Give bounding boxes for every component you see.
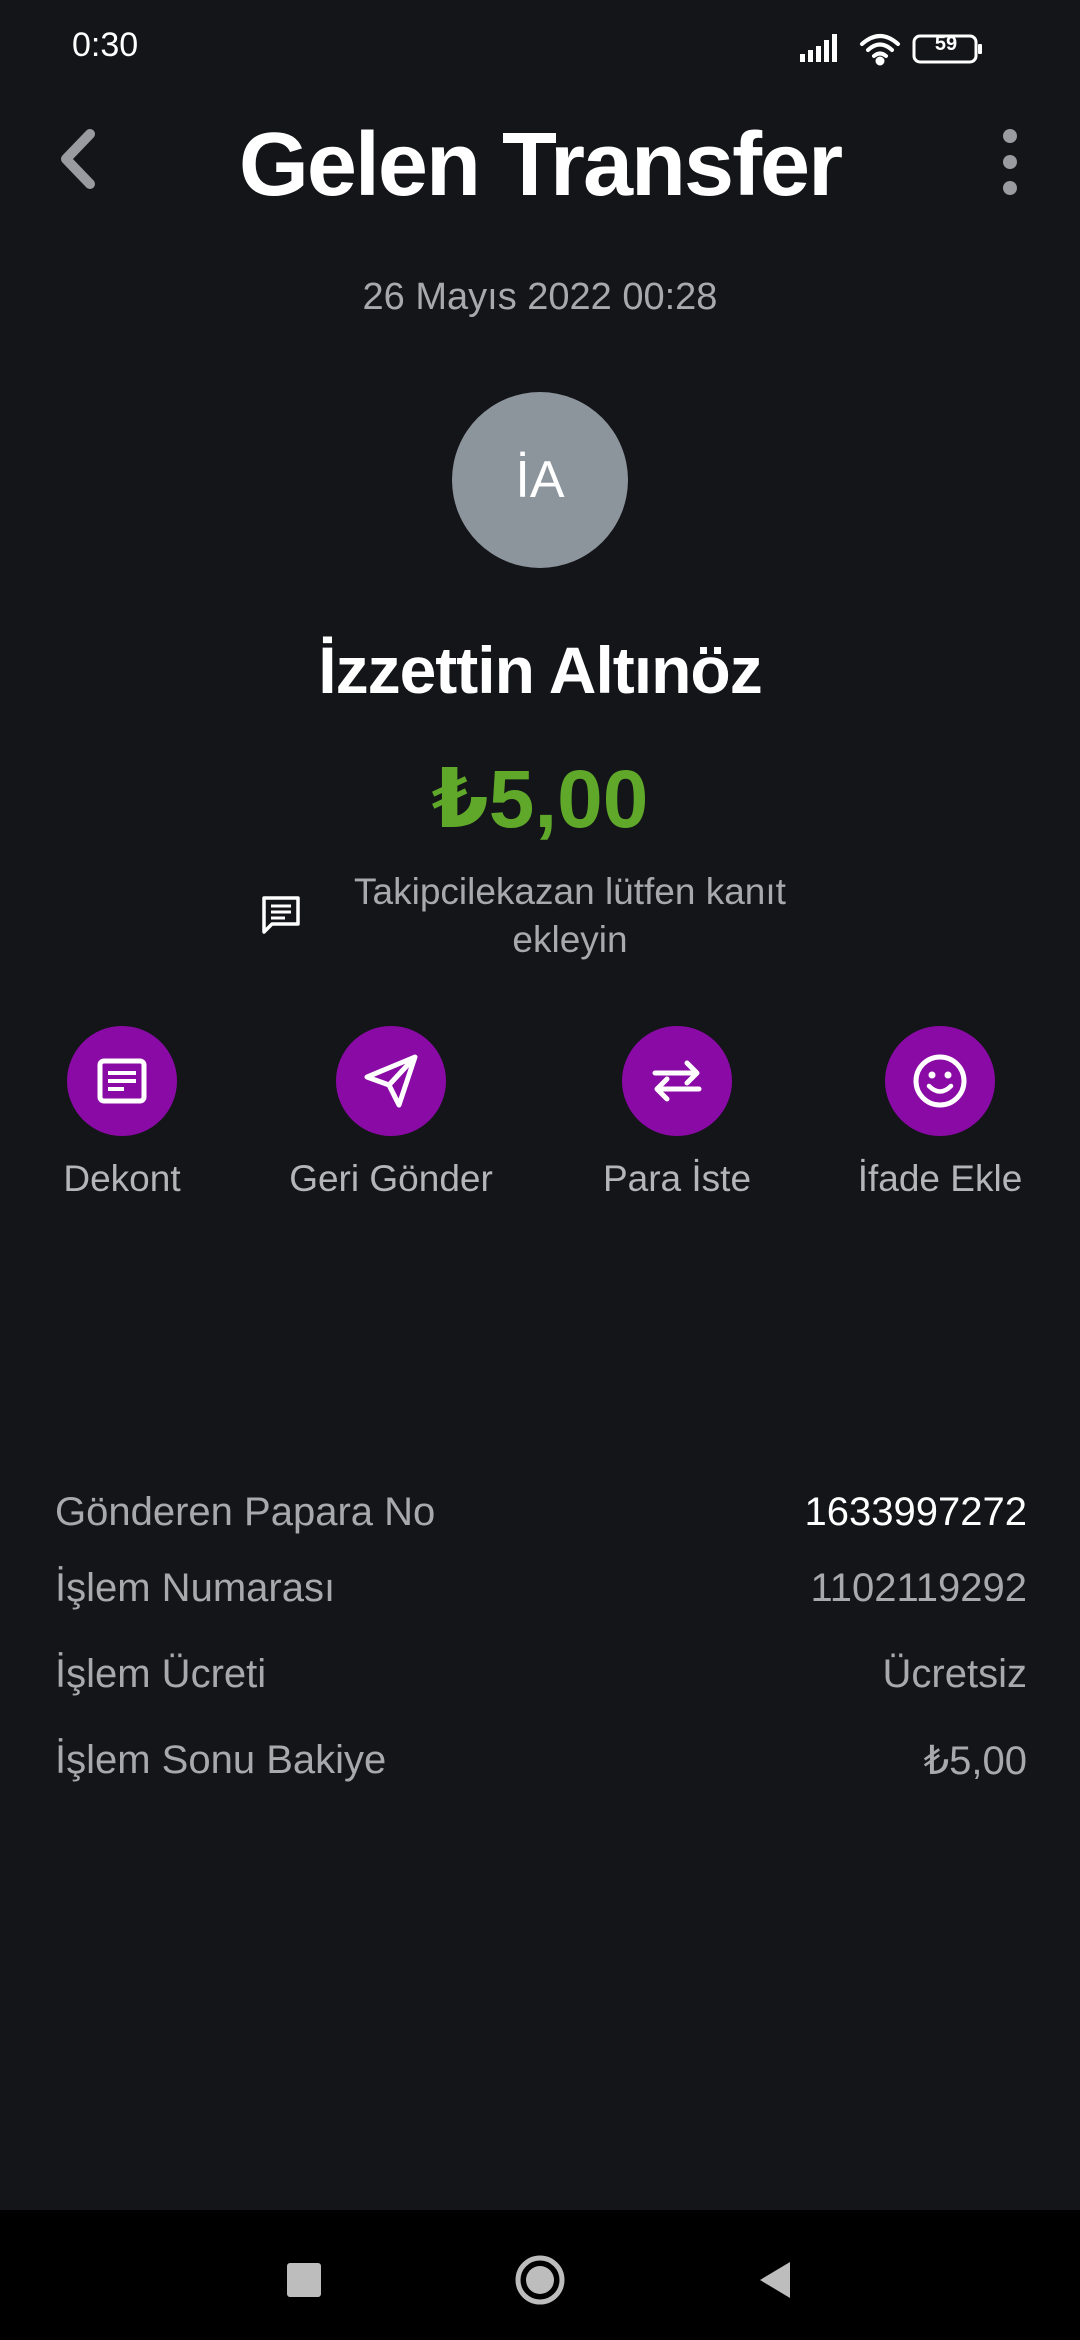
receipt-icon: [67, 1026, 177, 1136]
triangle-back-icon: [760, 2262, 790, 2298]
sender-name: İzzettin Altınöz: [318, 633, 763, 707]
detail-row-fee: İşlem Ücreti Ücretsiz: [55, 1652, 1027, 1738]
swap-arrows-icon: [622, 1026, 732, 1136]
circle-icon: [515, 2255, 565, 2305]
detail-label: İşlem Ücreti: [55, 1652, 267, 1696]
detail-value[interactable]: 1633997272: [805, 1490, 1027, 1535]
receipt-button[interactable]: Dekont: [12, 1026, 232, 1200]
send-icon: [336, 1026, 446, 1136]
add-reaction-label: İfade Ekle: [857, 1158, 1023, 1199]
detail-value: ₺5,00: [923, 1739, 1027, 1783]
square-icon: [287, 2263, 321, 2297]
smiley-icon: [885, 1026, 995, 1136]
add-reaction-button[interactable]: İfade Ekle: [830, 1026, 1050, 1200]
page-title: Gelen Transfer: [238, 115, 843, 215]
detail-row-sender-no: Gönderen Papara No 1633997272: [55, 1490, 1027, 1566]
transfer-date: 26 Mayıs 2022 00:28: [362, 276, 718, 318]
wifi-icon: [860, 34, 900, 66]
battery-level: 59: [934, 33, 958, 55]
avatar-initials: İA: [515, 451, 565, 509]
detail-label: İşlem Numarası: [55, 1566, 336, 1610]
signal-icon: [800, 34, 837, 62]
transfer-note: Takipcilekazan lütfen kanıt ekleyin: [354, 871, 786, 960]
home-button[interactable]: [510, 2250, 570, 2310]
request-money-label: Para İste: [602, 1158, 752, 1199]
back-nav-button[interactable]: [746, 2250, 806, 2310]
action-buttons: Dekont Geri Gönder Para İste İfade Ekle: [0, 1026, 1080, 1226]
app-header: Gelen Transfer: [0, 100, 1080, 220]
more-vertical-icon: [1003, 129, 1017, 195]
status-time: 0:30: [72, 26, 139, 64]
more-options-button[interactable]: [980, 122, 1040, 202]
detail-value: Ücretsiz: [882, 1652, 1027, 1696]
message-icon: [258, 892, 304, 938]
detail-label: Gönderen Papara No: [55, 1490, 436, 1534]
status-bar: 0:30 59: [0, 0, 1080, 96]
system-nav-bar: [0, 2210, 1080, 2340]
detail-row-transaction-no: İşlem Numarası 1102119292: [55, 1566, 1027, 1652]
transfer-amount: ₺5,00: [431, 754, 649, 845]
send-back-button[interactable]: Geri Gönder: [281, 1026, 501, 1200]
detail-label: İşlem Sonu Bakiye: [55, 1738, 387, 1782]
transaction-details: Gönderen Papara No 1633997272 İşlem Numa…: [55, 1490, 1027, 1824]
recents-button[interactable]: [274, 2250, 334, 2310]
receipt-label: Dekont: [63, 1158, 181, 1199]
send-back-label: Geri Gönder: [289, 1158, 493, 1199]
avatar: İA: [452, 392, 628, 568]
detail-row-balance: İşlem Sonu Bakiye ₺5,00: [55, 1738, 1027, 1824]
request-money-button[interactable]: Para İste: [567, 1026, 787, 1200]
status-icons: 59: [800, 30, 1000, 70]
detail-value: 1102119292: [810, 1566, 1027, 1610]
